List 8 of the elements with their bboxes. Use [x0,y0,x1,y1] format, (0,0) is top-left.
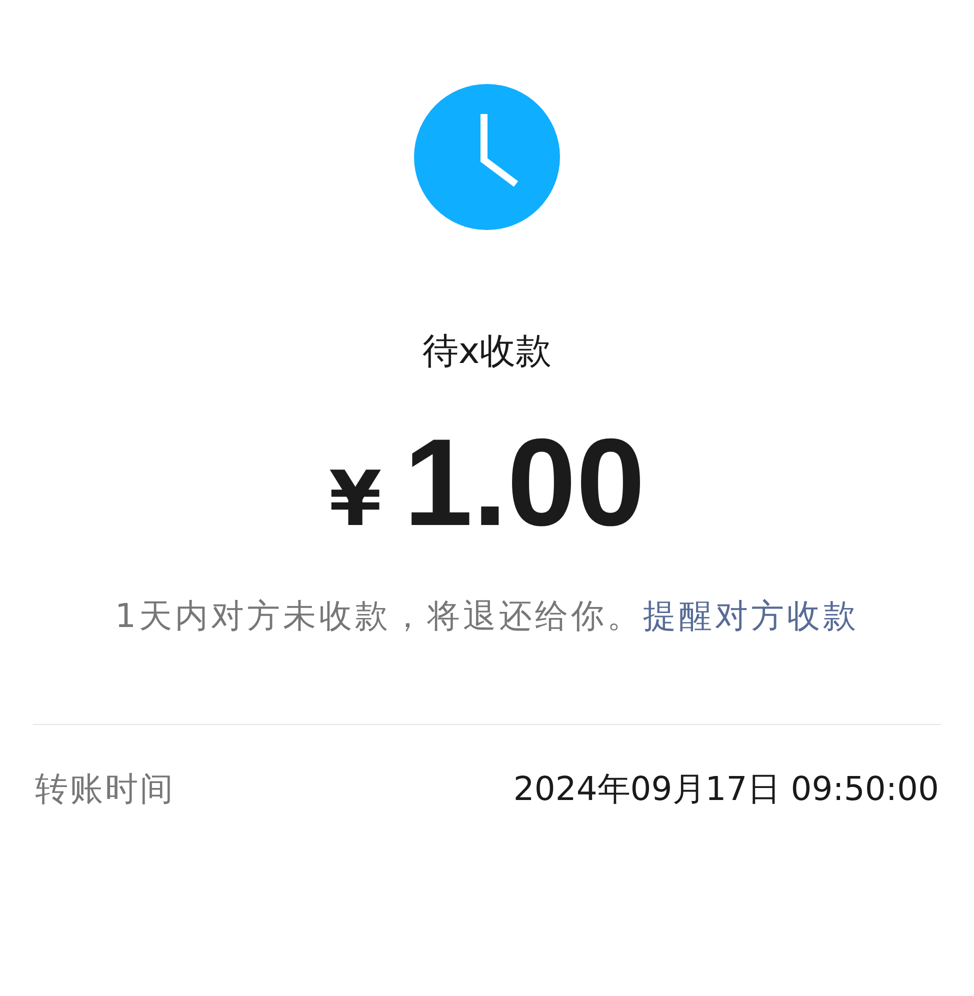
clock-icon [414,84,560,230]
remind-link[interactable]: 提醒对方收款 [643,596,859,635]
currency-symbol: ¥ [328,453,382,545]
status-title: 待x收款 [422,330,552,374]
detail-value: 2024年09月17日 09:50:00 [513,768,939,810]
notice-text: 1天内对方未收款，将退还给你。 [115,596,643,635]
detail-label: 转账时间 [35,768,175,810]
amount-value: 1.00 [404,418,646,548]
